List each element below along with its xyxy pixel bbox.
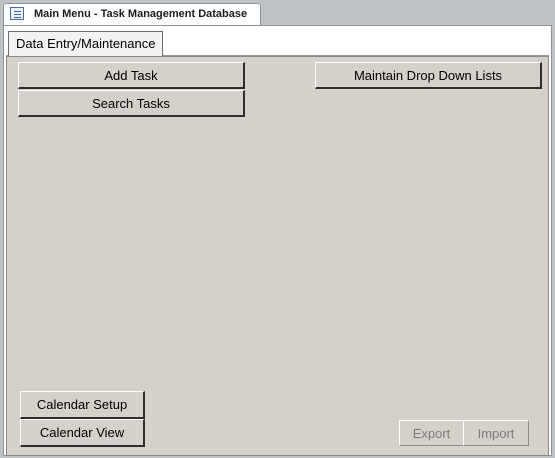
calendar-view-button[interactable]: Calendar View bbox=[20, 419, 145, 447]
export-button[interactable]: Export bbox=[399, 420, 464, 446]
add-task-button[interactable]: Add Task bbox=[18, 62, 245, 89]
search-tasks-button[interactable]: Search Tasks bbox=[18, 90, 245, 117]
calendar-setup-button[interactable]: Calendar Setup bbox=[20, 391, 145, 419]
import-button[interactable]: Import bbox=[463, 420, 529, 446]
document-tab[interactable]: Main Menu - Task Management Database bbox=[3, 3, 261, 25]
document-tab-title: Main Menu - Task Management Database bbox=[34, 8, 248, 20]
maintain-drop-down-lists-button[interactable]: Maintain Drop Down Lists bbox=[315, 62, 542, 89]
form-icon bbox=[10, 7, 24, 20]
tab-data-entry-maintenance[interactable]: Data Entry/Maintenance bbox=[8, 31, 164, 56]
tab-page: Add Task Search Tasks Maintain Drop Down… bbox=[6, 56, 549, 456]
